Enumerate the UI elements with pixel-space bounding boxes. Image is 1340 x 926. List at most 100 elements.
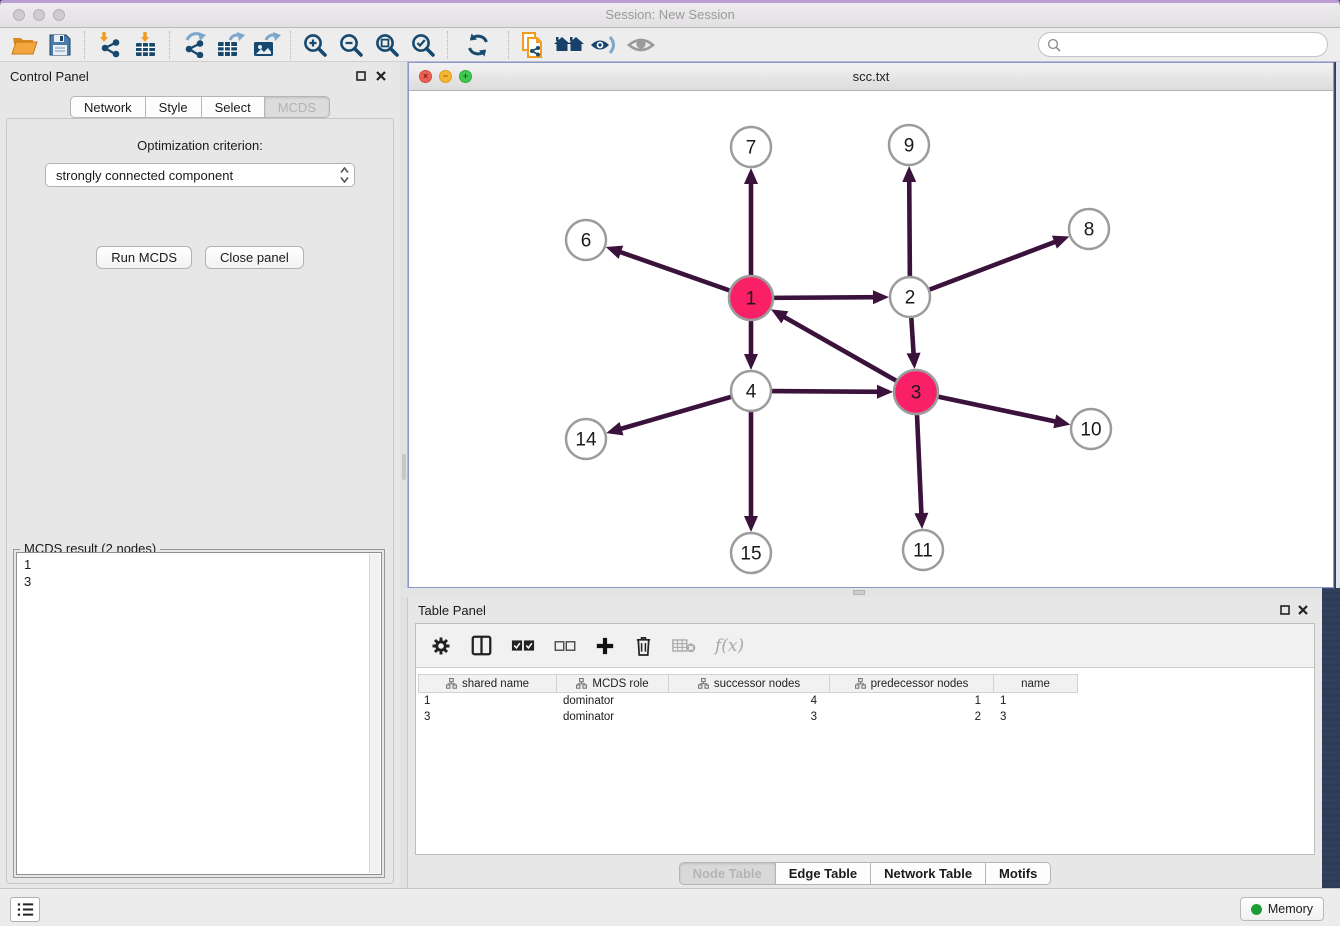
close-table-panel-icon[interactable] bbox=[1296, 603, 1310, 617]
tab-select[interactable]: Select bbox=[202, 96, 265, 118]
export-table-button[interactable] bbox=[212, 30, 248, 60]
close-panel-button[interactable]: Close panel bbox=[205, 246, 304, 269]
edge-arrowhead bbox=[873, 290, 889, 304]
show-columns-button[interactable] bbox=[471, 635, 492, 656]
graph-edge-3-11[interactable] bbox=[917, 412, 922, 516]
home-button[interactable] bbox=[551, 30, 587, 60]
graph-edge-1-2[interactable] bbox=[771, 297, 876, 298]
zoom-selected-button[interactable] bbox=[405, 30, 441, 60]
network-frame-titlebar[interactable]: × − + scc.txt bbox=[409, 63, 1333, 91]
table-cell[interactable]: 3 bbox=[669, 711, 830, 723]
run-mcds-button[interactable]: Run MCDS bbox=[96, 246, 192, 269]
graph-edge-2-8[interactable] bbox=[927, 241, 1057, 291]
mcds-panel: Optimization criterion: strongly connect… bbox=[6, 118, 394, 884]
tab-network-table[interactable]: Network Table bbox=[871, 862, 986, 885]
zoom-fit-button[interactable] bbox=[369, 30, 405, 60]
edge-arrowhead bbox=[877, 385, 893, 399]
table-panel: Table Panel bbox=[408, 597, 1322, 888]
close-panel-icon[interactable] bbox=[374, 69, 388, 83]
deselect-all-columns-button[interactable] bbox=[554, 640, 576, 652]
select-all-columns-button[interactable] bbox=[511, 639, 535, 652]
open-folder-icon bbox=[11, 33, 38, 57]
column-header-predecessor-nodes[interactable]: predecessor nodes bbox=[830, 674, 994, 693]
graph-edge-3-1[interactable] bbox=[782, 316, 898, 382]
table-row[interactable]: 3dominator323 bbox=[418, 709, 1314, 725]
float-panel-icon[interactable] bbox=[354, 69, 368, 83]
tab-motifs[interactable]: Motifs bbox=[986, 862, 1051, 885]
column-type-icon bbox=[855, 678, 866, 689]
checked-boxes-icon bbox=[511, 639, 535, 652]
graph-edge-2-9[interactable] bbox=[909, 179, 910, 279]
horizontal-split-divider[interactable] bbox=[400, 588, 1322, 597]
vertical-split-divider[interactable] bbox=[400, 62, 408, 888]
delete-table-icon bbox=[672, 638, 696, 653]
table-cell[interactable]: 1 bbox=[418, 695, 557, 707]
graph-edge-4-3[interactable] bbox=[769, 391, 880, 392]
graph-edge-3-10[interactable] bbox=[936, 396, 1058, 422]
trash-icon bbox=[634, 635, 653, 656]
edge-arrowhead bbox=[606, 422, 623, 435]
tab-mcds[interactable]: MCDS bbox=[265, 96, 330, 118]
table-cell[interactable]: 2 bbox=[830, 711, 994, 723]
desktop-pane: × − + scc.txt 1234678910111415 Table Pan… bbox=[400, 62, 1340, 888]
tab-node-table[interactable]: Node Table bbox=[679, 862, 776, 885]
criterion-value: strongly connected component bbox=[56, 168, 233, 183]
task-history-button[interactable] bbox=[10, 897, 40, 922]
table-cell[interactable]: 1 bbox=[830, 695, 994, 707]
node-label-10: 10 bbox=[1080, 420, 1101, 441]
hide-panels-button[interactable] bbox=[587, 30, 623, 60]
table-cell[interactable]: 3 bbox=[994, 711, 1078, 723]
clone-network-button[interactable] bbox=[515, 30, 551, 60]
table-cell[interactable]: dominator bbox=[557, 695, 669, 707]
apply-layout-button[interactable] bbox=[460, 30, 496, 60]
tab-network[interactable]: Network bbox=[70, 96, 146, 118]
open-session-button[interactable] bbox=[6, 30, 42, 60]
zoom-in-button[interactable] bbox=[297, 30, 333, 60]
gear-icon bbox=[430, 635, 452, 657]
network-canvas[interactable]: 1234678910111415 bbox=[409, 91, 1333, 587]
node-label-2: 2 bbox=[905, 288, 916, 309]
function-builder-button[interactable]: f(x) bbox=[715, 636, 744, 656]
table-row[interactable]: 1dominator411 bbox=[418, 693, 1314, 709]
column-header-successor-nodes[interactable]: successor nodes bbox=[669, 674, 830, 693]
add-column-button[interactable] bbox=[595, 636, 615, 656]
mcds-result-area[interactable]: 1 3 bbox=[16, 552, 382, 875]
show-panels-button[interactable] bbox=[623, 30, 659, 60]
edge-arrowhead bbox=[907, 353, 921, 369]
zoom-out-button[interactable] bbox=[333, 30, 369, 60]
home-icon bbox=[553, 34, 585, 56]
delete-table-button[interactable] bbox=[672, 638, 696, 653]
table-cell[interactable]: dominator bbox=[557, 711, 669, 723]
import-table-button[interactable] bbox=[127, 30, 163, 60]
toolbar-separator bbox=[169, 31, 170, 59]
import-network-button[interactable] bbox=[91, 30, 127, 60]
criterion-dropdown[interactable]: strongly connected component bbox=[45, 163, 355, 187]
node-table: shared nameMCDS rolesuccessor nodesprede… bbox=[416, 668, 1314, 854]
tab-style[interactable]: Style bbox=[146, 96, 202, 118]
graph-edge-2-3[interactable] bbox=[911, 315, 914, 356]
table-cell[interactable]: 1 bbox=[994, 695, 1078, 707]
search-icon bbox=[1047, 38, 1061, 52]
node-label-8: 8 bbox=[1084, 220, 1095, 241]
table-panel-title: Table Panel bbox=[418, 603, 486, 618]
column-header-name[interactable]: name bbox=[994, 674, 1078, 693]
column-header-shared-name[interactable]: shared name bbox=[418, 674, 557, 693]
export-network-button[interactable] bbox=[176, 30, 212, 60]
float-table-panel-icon[interactable] bbox=[1278, 603, 1292, 617]
graph-edge-1-6[interactable] bbox=[618, 251, 732, 291]
table-cell[interactable]: 4 bbox=[669, 695, 830, 707]
column-header-MCDS-role[interactable]: MCDS role bbox=[557, 674, 669, 693]
tab-edge-table[interactable]: Edge Table bbox=[776, 862, 871, 885]
save-session-button[interactable] bbox=[42, 30, 78, 60]
main-toolbar bbox=[0, 28, 1340, 62]
table-options-gear-button[interactable] bbox=[430, 635, 452, 657]
delete-column-button[interactable] bbox=[634, 635, 653, 656]
edge-arrowhead bbox=[744, 516, 758, 532]
result-scrollbar[interactable] bbox=[369, 554, 380, 873]
search-input[interactable] bbox=[1038, 32, 1328, 57]
memory-button[interactable]: Memory bbox=[1240, 897, 1324, 921]
table-cell[interactable]: 3 bbox=[418, 711, 557, 723]
export-image-button[interactable] bbox=[248, 30, 284, 60]
graph-edge-4-14[interactable] bbox=[619, 396, 734, 429]
zoom-in-icon bbox=[302, 32, 328, 58]
